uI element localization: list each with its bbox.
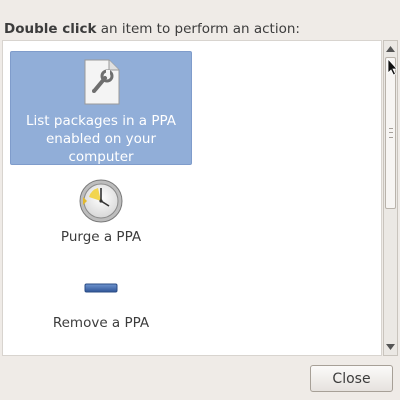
- mouse-pointer-icon: [387, 58, 397, 76]
- instruction-rest: an item to perform an action:: [96, 21, 300, 37]
- scroll-thumb[interactable]: [385, 57, 396, 209]
- action-item-label: Purge a PPA: [60, 229, 142, 245]
- action-item-purge[interactable]: Purge a PPA: [10, 178, 192, 250]
- action-item-remove[interactable]: Remove a PPA: [10, 281, 192, 337]
- grip-icon: [389, 128, 393, 138]
- instruction-bold: Double click: [4, 21, 97, 37]
- scroll-up-button[interactable]: [384, 42, 397, 56]
- scroll-down-button[interactable]: [384, 340, 397, 354]
- vertical-scrollbar[interactable]: [383, 40, 398, 356]
- arrow-up-icon: [386, 46, 395, 52]
- action-list[interactable]: List packages in a PPA enabled on your c…: [2, 40, 382, 356]
- document-wrench-icon: [84, 59, 120, 105]
- instruction-text: Double click an item to perform an actio…: [4, 21, 300, 37]
- action-item-label: Remove a PPA: [52, 315, 150, 331]
- arrow-down-icon: [386, 344, 395, 350]
- minus-icon: [84, 283, 118, 293]
- action-item-list-packages[interactable]: List packages in a PPA enabled on your c…: [10, 51, 192, 165]
- clock-icon: [79, 179, 123, 223]
- action-item-label: List packages in a PPA enabled on your c…: [25, 113, 177, 165]
- close-button[interactable]: Close: [310, 365, 393, 392]
